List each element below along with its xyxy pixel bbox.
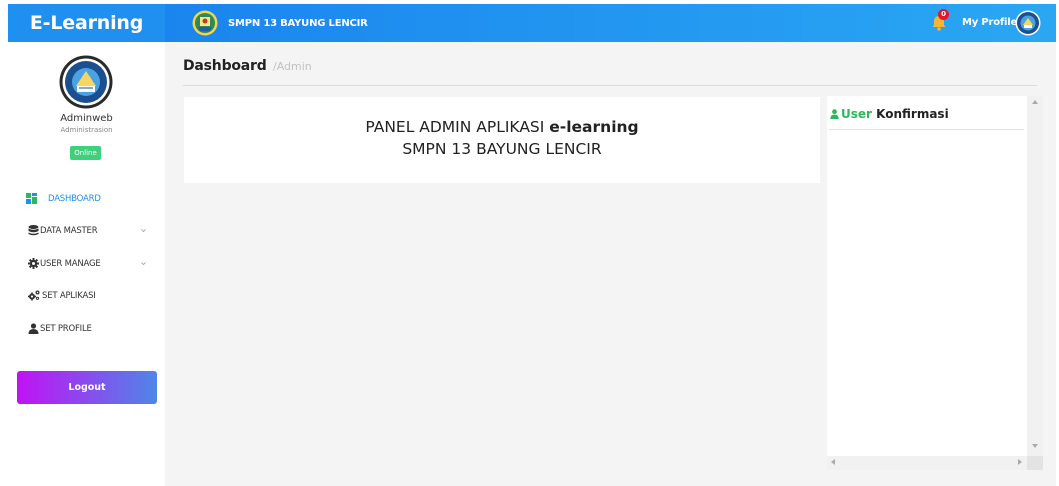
top-navbar: SMPN 13 BAYUNG LENCIR 0 My Profile <box>165 4 1056 42</box>
logout-label: Logout <box>68 382 106 393</box>
vertical-scrollbar[interactable] <box>1027 96 1043 456</box>
panel-heading-prefix: PANEL ADMIN APLIKASI <box>365 118 545 136</box>
sidebar-item-dashboard[interactable]: DASHBOARD <box>8 189 165 209</box>
breadcrumb: /Admin <box>273 60 312 73</box>
notification-badge: 0 <box>938 9 949 20</box>
horizontal-scrollbar[interactable] <box>827 456 1027 470</box>
sidebar-item-data-master[interactable]: DATA MASTER <box>8 221 165 241</box>
school-name: SMPN 13 BAYUNG LENCIR <box>228 17 368 29</box>
sidebar-item-set-profile[interactable]: SET PROFILE <box>8 319 165 339</box>
sidebar-item-label: SET PROFILE <box>40 324 92 334</box>
side-panel-divider <box>829 129 1024 130</box>
admin-panel-card: PANEL ADMIN APLIKASI e-learning SMPN 13 … <box>184 97 820 183</box>
panel-heading-app: e-learning <box>549 118 639 136</box>
brand-title: E-Learning <box>29 12 144 34</box>
sidebar: Adminweb Administrasion Online DASHBOARD… <box>8 42 165 486</box>
sidebar-item-label: DATA MASTER <box>40 226 98 236</box>
side-panel-title: User Konfirmasi <box>830 107 949 121</box>
user-name: Adminweb <box>60 113 113 124</box>
side-panel-title-user: User <box>841 107 872 121</box>
gear-icon <box>28 258 39 269</box>
scrollbar-corner <box>1027 456 1043 470</box>
database-icon <box>28 225 39 236</box>
scroll-left-icon[interactable] <box>831 459 835 465</box>
side-panel-title-rest: Konfirmasi <box>876 107 949 121</box>
my-profile-link[interactable]: My Profile <box>962 17 1017 28</box>
profile-avatar-icon[interactable] <box>1015 10 1041 36</box>
panel-heading: PANEL ADMIN APLIKASI e-learning <box>184 118 820 136</box>
dashboard-icon <box>26 193 37 204</box>
sidebar-item-label: DASHBOARD <box>48 194 101 204</box>
main-content: Dashboard /Admin PANEL ADMIN APLIKASI e-… <box>165 42 1056 486</box>
chevron-down-icon <box>141 262 146 266</box>
scroll-down-icon[interactable] <box>1032 444 1038 448</box>
brand-logo[interactable]: E-Learning <box>8 4 165 42</box>
school-emblem-icon <box>192 10 218 36</box>
panel-school-name: SMPN 13 BAYUNG LENCIR <box>402 140 602 158</box>
sidebar-item-label: SET APLIKASI <box>42 291 96 301</box>
sidebar-item-label: USER MANAGE <box>40 259 101 269</box>
chevron-down-icon <box>141 229 146 233</box>
user-icon <box>28 323 39 334</box>
title-divider <box>183 85 1037 86</box>
user-role: Administrasion <box>60 126 113 134</box>
page-title: Dashboard <box>183 58 267 74</box>
user-icon <box>830 109 839 119</box>
user-confirmation-panel: User Konfirmasi <box>827 96 1043 470</box>
page-scrollbar[interactable] <box>1050 42 1056 486</box>
online-status-badge: Online <box>70 146 101 160</box>
sidebar-item-set-aplikasi[interactable]: SET APLIKASI <box>8 286 165 306</box>
logout-button[interactable]: Logout <box>17 371 157 404</box>
cogs-icon <box>28 290 40 301</box>
scroll-right-icon[interactable] <box>1018 459 1022 465</box>
sidebar-item-user-manage[interactable]: USER MANAGE <box>8 254 165 274</box>
scroll-up-icon[interactable] <box>1032 100 1038 104</box>
user-avatar-icon <box>59 55 113 109</box>
